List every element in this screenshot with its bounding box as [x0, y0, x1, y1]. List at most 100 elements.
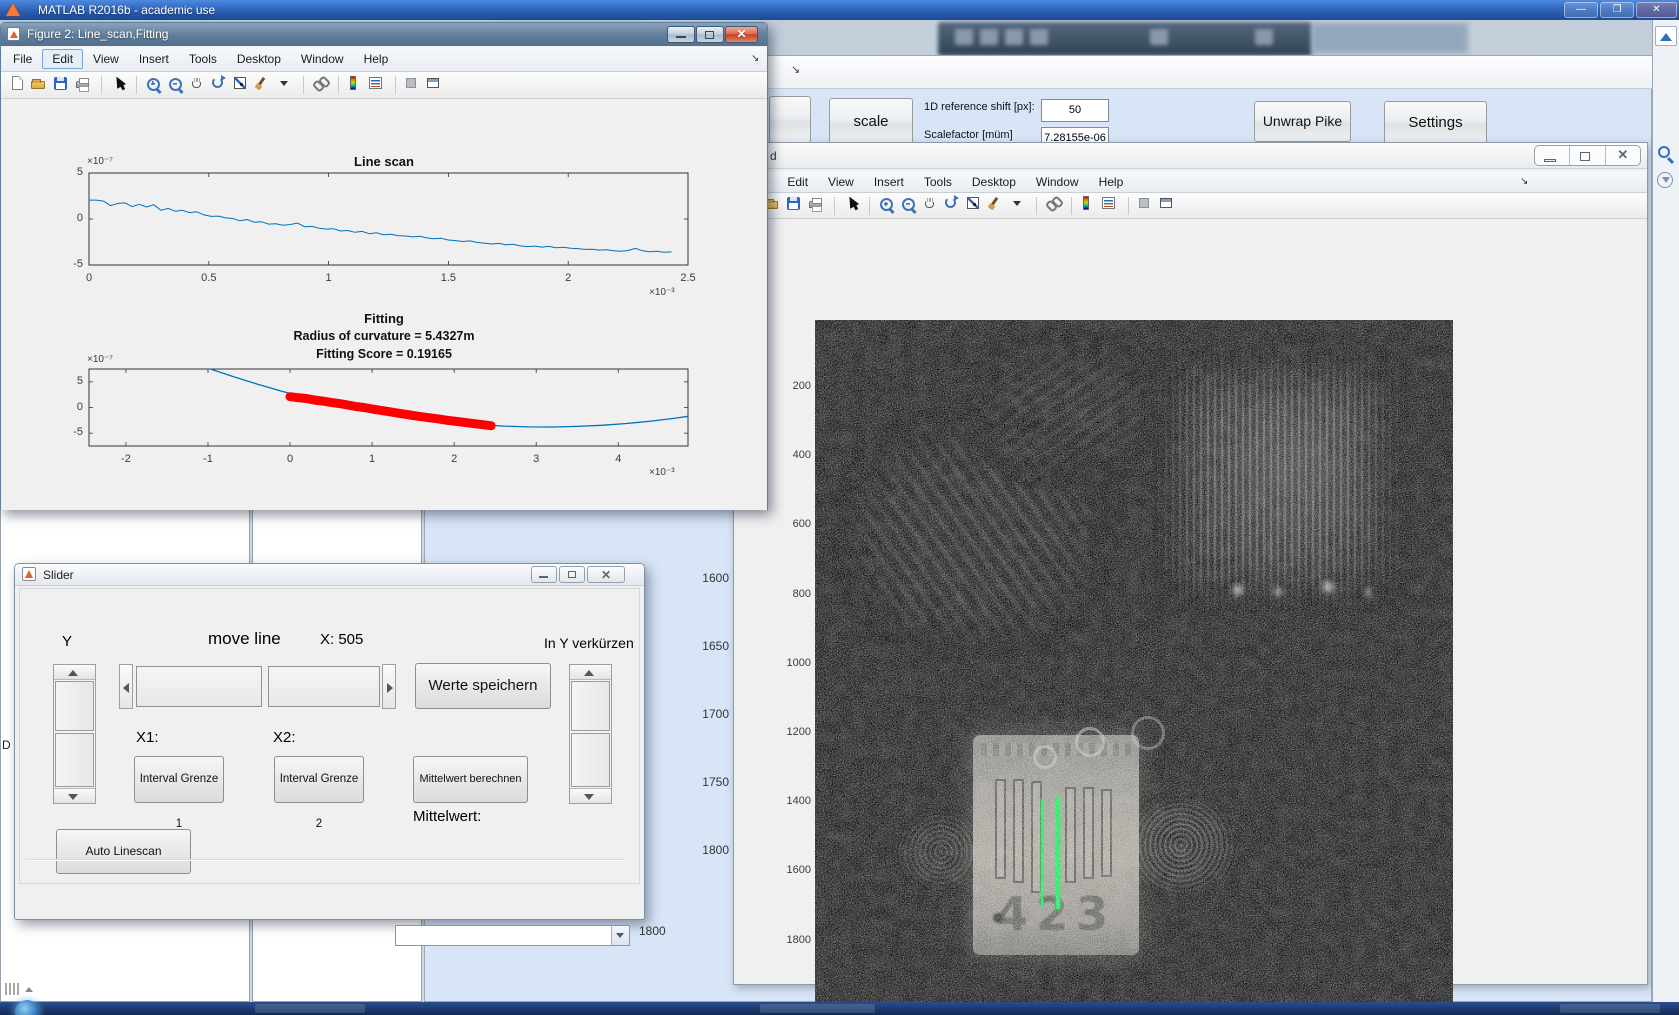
caret-button[interactable]	[276, 75, 297, 96]
move-line-slider[interactable]	[119, 664, 397, 711]
data-cursor-button[interactable]	[965, 195, 986, 216]
auto-linescan-button[interactable]: Auto Linescan	[56, 829, 191, 874]
menu-item-view[interactable]: View	[83, 49, 129, 69]
menu-item-window[interactable]: Window	[1026, 172, 1089, 192]
zoom-in-button[interactable]	[144, 75, 165, 96]
cursor-button[interactable]	[842, 194, 863, 216]
slider-thumb[interactable]	[268, 666, 380, 707]
chevron-icon[interactable]: ↘	[791, 63, 800, 76]
close-button[interactable]: ✕	[1606, 146, 1640, 165]
scrollbar-thumb[interactable]	[55, 733, 94, 787]
dock-a-button[interactable]	[403, 75, 424, 96]
pan-hand-button[interactable]	[188, 75, 209, 96]
maximize-button[interactable]	[696, 26, 724, 43]
taskbar-item[interactable]	[255, 1004, 365, 1013]
save-button[interactable]	[52, 75, 73, 96]
brush-button[interactable]	[987, 195, 1008, 216]
minimize-button[interactable]	[531, 566, 557, 583]
axis-tick-label: 2	[451, 453, 458, 465]
minimize-button[interactable]: —	[1564, 2, 1598, 18]
minimize-button[interactable]	[1535, 146, 1571, 165]
colorbar-button[interactable]	[346, 75, 367, 96]
dock-b-button[interactable]	[425, 75, 446, 96]
rotate-3d-button[interactable]	[943, 195, 964, 216]
linescan-marker-line[interactable]	[1041, 799, 1043, 907]
open-folder-button[interactable]	[30, 75, 51, 96]
dropdown-button[interactable]	[611, 926, 629, 945]
menu-item-desktop[interactable]: Desktop	[962, 172, 1026, 192]
print-button[interactable]	[74, 75, 95, 96]
close-button[interactable]: ✕	[1636, 2, 1677, 18]
zoom-out-button[interactable]	[166, 75, 187, 96]
data-cursor-button[interactable]	[232, 75, 253, 96]
settings-button[interactable]: Settings	[1384, 101, 1487, 144]
linescan-marker-line[interactable]	[1056, 797, 1060, 909]
menu-item-tools[interactable]: Tools	[914, 172, 962, 192]
menu-item-view[interactable]: View	[818, 172, 864, 192]
shorten-y-scrollbar[interactable]	[569, 664, 612, 804]
minimize-button[interactable]	[667, 26, 695, 43]
reference-shift-input[interactable]: 50	[1041, 99, 1109, 122]
pan-hand-button[interactable]	[921, 195, 942, 216]
caret-button[interactable]	[1009, 195, 1030, 216]
new-document-button[interactable]	[8, 75, 29, 96]
close-button[interactable]: ✕	[587, 566, 625, 583]
link-plots-button[interactable]	[1044, 195, 1065, 216]
scale-button[interactable]: scale	[829, 98, 913, 146]
cursor-button[interactable]	[109, 73, 130, 96]
resize-grip[interactable]	[5, 982, 33, 996]
interval-limit1-button[interactable]: Interval Grenze 1	[134, 756, 224, 830]
save-button[interactable]	[785, 195, 806, 216]
legend-button[interactable]	[1101, 195, 1122, 216]
scroll-up-button[interactable]	[54, 665, 95, 680]
menu-item-help[interactable]: Help	[354, 49, 399, 69]
x1-label: X1:	[136, 729, 159, 746]
background-combobox[interactable]	[395, 925, 630, 946]
scroll-down-button[interactable]	[54, 788, 95, 803]
save-values-button[interactable]: Werte speichern	[415, 663, 551, 709]
scroll-up-button[interactable]	[570, 665, 611, 680]
zoom-out-button[interactable]	[899, 195, 920, 216]
collapse-button[interactable]	[1655, 26, 1677, 46]
restore-button[interactable]: ❐	[1600, 2, 1634, 18]
scrollbar-thumb[interactable]	[571, 733, 610, 787]
menu-item-insert[interactable]: Insert	[864, 172, 914, 192]
restore-button[interactable]	[1570, 146, 1606, 165]
menu-item-insert[interactable]: Insert	[129, 49, 179, 69]
menu-item-tools[interactable]: Tools	[179, 49, 227, 69]
menu-item-file[interactable]: File	[3, 49, 42, 69]
close-button[interactable]: ✕	[725, 26, 758, 43]
y-scrollbar[interactable]	[53, 664, 96, 804]
scroll-down-button[interactable]	[570, 788, 611, 803]
menu-item-edit[interactable]: Edit	[42, 49, 84, 69]
link-plots-button[interactable]	[311, 75, 332, 96]
interval-limit2-button[interactable]: Interval Grenze 2	[274, 756, 364, 830]
rotate-3d-button[interactable]	[210, 74, 231, 96]
scrollbar-thumb[interactable]	[55, 681, 94, 731]
slider-right-button[interactable]	[382, 664, 396, 709]
dock-b-button[interactable]	[1158, 195, 1179, 216]
menu-item-window[interactable]: Window	[291, 49, 354, 69]
menu-item-help[interactable]: Help	[1089, 172, 1134, 192]
scrollbar-thumb[interactable]	[571, 681, 610, 731]
brush-button[interactable]	[254, 75, 275, 96]
zoom-in-button[interactable]	[877, 195, 898, 216]
slider-left-button[interactable]	[119, 664, 133, 709]
menu-item-edit[interactable]: Edit	[777, 172, 818, 192]
expand-circle-icon[interactable]	[1657, 172, 1673, 188]
dock-a-button[interactable]	[1136, 195, 1157, 216]
slider-thumb[interactable]	[136, 666, 262, 707]
chevron-icon[interactable]: ↘	[1520, 176, 1639, 187]
taskbar-item[interactable]	[760, 1004, 875, 1013]
menu-item-desktop[interactable]: Desktop	[227, 49, 291, 69]
partial-button[interactable]	[769, 96, 811, 143]
colorbar-button[interactable]	[1079, 195, 1100, 216]
compute-mean-button[interactable]: Mittelwert berechnen	[413, 756, 528, 803]
chevron-icon[interactable]: ↘	[751, 53, 759, 64]
unwrap-pike-button[interactable]: Unwrap Pike	[1254, 101, 1351, 142]
search-icon[interactable]	[1658, 146, 1670, 158]
legend-button[interactable]	[368, 75, 389, 96]
print-button[interactable]	[807, 195, 828, 216]
taskbar-item[interactable]	[1560, 1004, 1660, 1013]
restore-button[interactable]	[559, 566, 585, 583]
